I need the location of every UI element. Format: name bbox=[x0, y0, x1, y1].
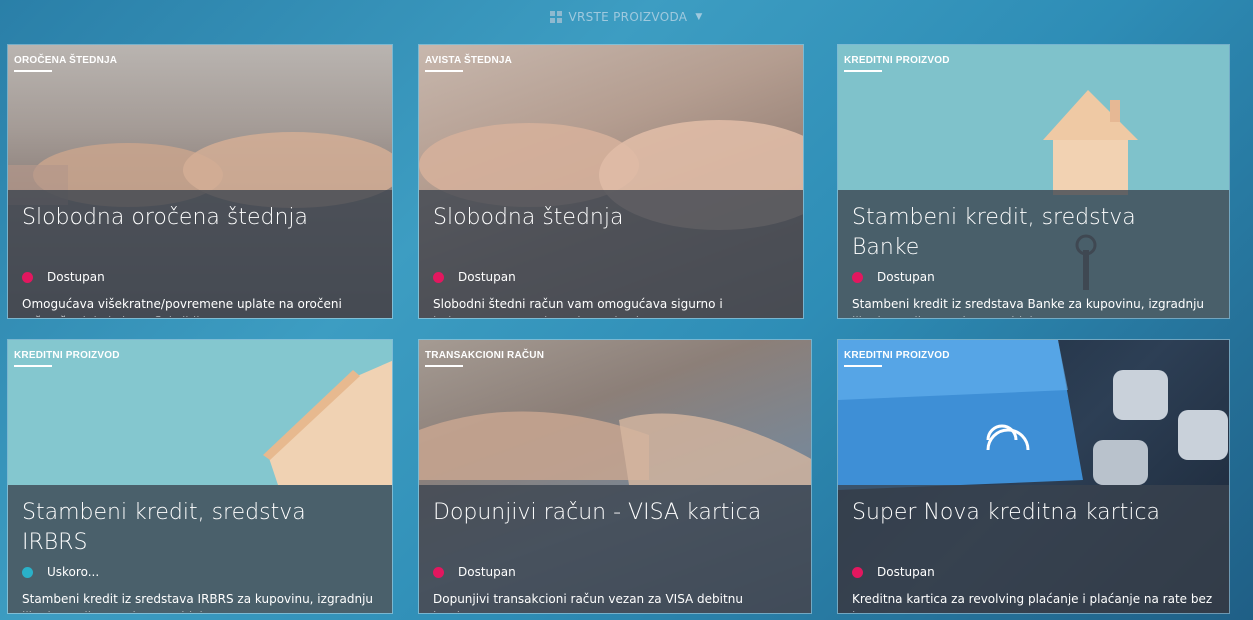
product-card[interactable]: AVISTA ŠTEDNJA Slobodna štednja Dostupan… bbox=[418, 44, 804, 319]
product-description: Omogućava višekratne/povremene uplate na… bbox=[22, 297, 342, 317]
tag-underline bbox=[425, 70, 463, 72]
product-card[interactable]: KREDITNI PROIZVOD Super Nova kreditna ka… bbox=[837, 339, 1230, 614]
product-category-tag: AVISTA ŠTEDNJA bbox=[425, 55, 513, 66]
status-label: Uskoro... bbox=[47, 565, 100, 579]
product-title[interactable]: Dopunjivi račun - VISA kartica bbox=[433, 498, 791, 528]
product-title[interactable]: Super Nova kreditna kartica bbox=[852, 498, 1209, 528]
tag-underline bbox=[14, 70, 52, 72]
product-category-tag: TRANSAKCIONI RAČUN bbox=[425, 350, 545, 361]
product-description: Slobodni štedni račun vam omogućava sigu… bbox=[433, 297, 723, 317]
product-description: Dopunjivi transakcioni račun vezan za VI… bbox=[433, 592, 743, 612]
product-title[interactable]: Slobodna oročena štednja bbox=[22, 203, 372, 233]
product-description: Stambeni kredit iz sredstava Banke za ku… bbox=[852, 297, 1205, 317]
availability-status: Dostupan bbox=[22, 270, 105, 284]
product-title[interactable]: Slobodna štednja bbox=[433, 203, 783, 233]
status-dot-icon bbox=[852, 271, 863, 283]
availability-status: Uskoro... bbox=[22, 565, 99, 579]
product-category-tag: OROČENA ŠTEDNJA bbox=[14, 55, 118, 66]
status-label: Dostupan bbox=[458, 565, 516, 579]
tag-underline bbox=[14, 365, 52, 367]
product-types-title: VRSTE PROIZVODA bbox=[568, 10, 688, 24]
product-title[interactable]: Stambeni kredit, sredstva IRBRS bbox=[22, 498, 372, 558]
status-dot-icon bbox=[22, 271, 33, 283]
product-card[interactable]: OROČENA ŠTEDNJA Slobodna oročena štednja… bbox=[7, 44, 393, 319]
tag-underline bbox=[844, 70, 882, 72]
status-dot-icon bbox=[433, 271, 444, 283]
status-label: Dostupan bbox=[877, 565, 935, 579]
availability-status: Dostupan bbox=[433, 565, 516, 579]
grid-icon bbox=[550, 11, 563, 23]
product-category-tag: KREDITNI PROIZVOD bbox=[14, 350, 120, 361]
status-dot-icon bbox=[433, 566, 444, 578]
product-description: Kreditna kartica za revolving plaćanje i… bbox=[852, 592, 1213, 612]
status-label: Dostupan bbox=[47, 270, 105, 284]
product-types-menu[interactable]: VRSTE PROIZVODA ▼ bbox=[0, 0, 1253, 34]
product-card[interactable]: TRANSAKCIONI RAČUN Dopunjivi račun - VIS… bbox=[418, 339, 812, 614]
product-category-tag: KREDITNI PROIZVOD bbox=[844, 55, 950, 66]
status-label: Dostupan bbox=[877, 270, 935, 284]
status-dot-icon bbox=[852, 566, 863, 578]
tag-underline bbox=[844, 365, 882, 367]
product-description: Stambeni kredit iz sredstava IRBRS za ku… bbox=[22, 592, 374, 612]
product-category-tag: KREDITNI PROIZVOD bbox=[844, 350, 950, 361]
availability-status: Dostupan bbox=[433, 270, 516, 284]
product-title[interactable]: Stambeni kredit, sredstva Banke bbox=[852, 203, 1209, 263]
product-card[interactable]: KREDITNI PROIZVOD Stambeni kredit, sreds… bbox=[7, 339, 393, 614]
product-card[interactable]: KREDITNI PROIZVOD Stambeni kredit, sreds… bbox=[837, 44, 1230, 319]
chevron-down-icon: ▼ bbox=[695, 12, 703, 22]
tag-underline bbox=[425, 365, 463, 367]
status-label: Dostupan bbox=[458, 270, 516, 284]
availability-status: Dostupan bbox=[852, 565, 935, 579]
status-dot-icon bbox=[22, 566, 33, 578]
availability-status: Dostupan bbox=[852, 270, 935, 284]
